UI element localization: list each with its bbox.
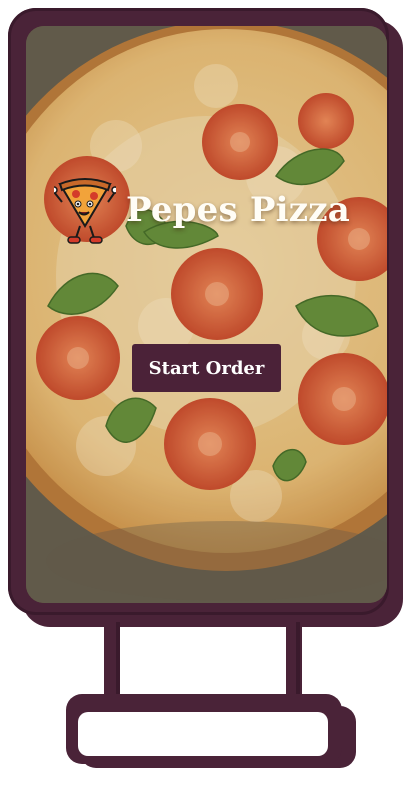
stand-pole-right-edge <box>296 622 300 698</box>
screen-frame: Pepes Pizza Start Order <box>8 8 389 615</box>
kiosk-screen: Pepes Pizza Start Order <box>26 26 387 603</box>
kiosk-stand: Pepes Pizza Start Order <box>0 0 417 786</box>
pizza-slice-mascot-icon <box>54 178 116 244</box>
image-overlay <box>26 26 387 603</box>
stand-pole-left-edge <box>116 622 120 698</box>
brand-header: Pepes Pizza <box>54 174 350 246</box>
stand-base-panel <box>78 712 328 756</box>
start-order-button[interactable]: Start Order <box>132 344 281 392</box>
brand-title: Pepes Pizza <box>126 190 350 230</box>
